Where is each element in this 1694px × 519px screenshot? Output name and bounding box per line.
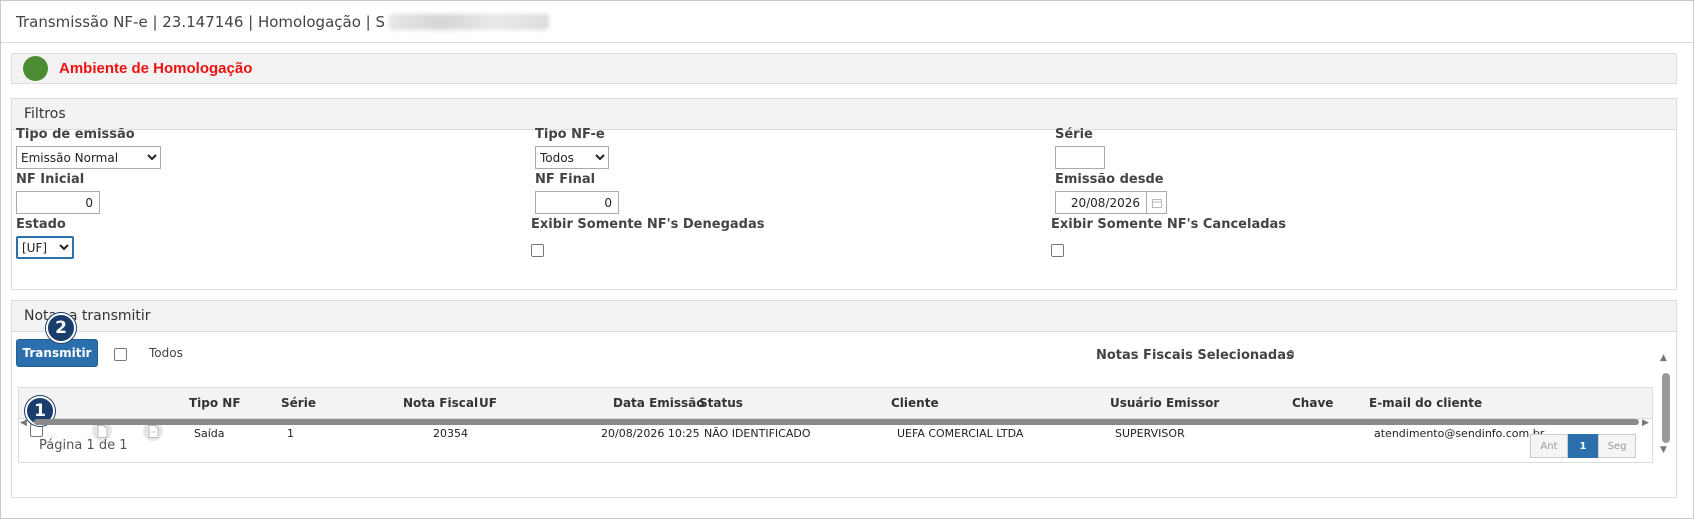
cell-cliente: UEFA COMERCIAL LTDA xyxy=(897,427,1024,440)
col-status[interactable]: Status xyxy=(699,396,743,410)
selected-count-value: 0 xyxy=(1287,348,1295,362)
scroll-up-icon[interactable]: ▲ xyxy=(1660,353,1667,363)
col-cliente[interactable]: Cliente xyxy=(891,396,939,410)
nf-final-input[interactable] xyxy=(535,191,619,214)
col-nota-fiscal[interactable]: Nota Fiscal xyxy=(403,396,478,410)
pagination-next-button[interactable]: Seg xyxy=(1598,434,1636,458)
tipo-emissao-select[interactable]: Emissão Normal xyxy=(16,146,161,169)
col-tipo-nf[interactable]: Tipo NF xyxy=(189,396,241,410)
pagination-text: Página 1 de 1 xyxy=(39,438,128,453)
page-title: Transmissão NF-e | 23.147146 | Homologaç… xyxy=(16,12,386,31)
estado-field: Estado [UF] xyxy=(16,217,74,259)
table-header: Tipo NF Série Nota Fiscal UF Data Emissã… xyxy=(19,388,1652,419)
col-data-emissao[interactable]: Data Emissão xyxy=(613,396,705,410)
emissao-desde-field: Emissão desde xyxy=(1055,172,1167,214)
canceladas-checkbox[interactable] xyxy=(1051,244,1064,257)
col-serie[interactable]: Série xyxy=(281,396,316,410)
cell-nota-fiscal: 20354 xyxy=(433,427,468,440)
nf-inicial-input[interactable] xyxy=(16,191,100,214)
select-all-label: Todos xyxy=(149,346,183,360)
cell-serie: 1 xyxy=(287,427,294,440)
cell-status: NÃO IDENTIFICADO xyxy=(704,427,811,440)
tipo-nfe-select[interactable]: Todos xyxy=(535,146,609,169)
estado-select[interactable]: [UF] xyxy=(16,236,74,259)
step-2-badge: 2 xyxy=(46,313,76,343)
denegadas-checkbox[interactable] xyxy=(531,244,544,257)
emissao-desde-input[interactable] xyxy=(1055,191,1147,214)
nf-inicial-field: NF Inicial xyxy=(16,172,100,214)
redacted-company-name xyxy=(389,13,550,30)
transmit-button[interactable]: Transmitir xyxy=(16,339,98,367)
pagination-page-1[interactable]: 1 xyxy=(1568,434,1598,458)
denegadas-label: Exibir Somente NF's Denegadas xyxy=(531,217,765,232)
cell-data-emissao: 20/08/2026 10:25 xyxy=(601,427,700,440)
notes-heading: Notas a transmitir xyxy=(12,301,1676,332)
cell-usuario: SUPERVISOR xyxy=(1115,427,1185,440)
horizontal-scrollbar[interactable] xyxy=(34,419,1639,425)
selected-count-label: Notas Fiscais Selecionadas xyxy=(1096,348,1294,363)
emissao-desde-label: Emissão desde xyxy=(1055,172,1164,187)
select-all-checkbox[interactable] xyxy=(114,348,127,361)
scroll-right-icon[interactable]: ▶ xyxy=(1642,418,1649,428)
nf-final-label: NF Final xyxy=(535,172,596,187)
canceladas-field: Exibir Somente NF's Canceladas xyxy=(1051,217,1286,261)
scroll-down-icon[interactable]: ▼ xyxy=(1660,445,1667,455)
tipo-nfe-label: Tipo NF-e xyxy=(535,127,605,142)
cell-email: atendimento@sendinfo.com.br xyxy=(1374,427,1545,440)
col-uf[interactable]: UF xyxy=(479,396,497,410)
vertical-scrollbar[interactable] xyxy=(1662,373,1670,443)
environment-status-icon xyxy=(23,56,48,81)
col-email[interactable]: E-mail do cliente xyxy=(1369,396,1482,410)
filters-panel: Filtros Tipo de emissão Emissão Normal T… xyxy=(11,98,1677,290)
serie-field: Série xyxy=(1055,127,1105,169)
serie-label: Série xyxy=(1055,127,1093,142)
tipo-emissao-field: Tipo de emissão Emissão Normal xyxy=(16,127,161,169)
cell-tipo-nf: Saída xyxy=(194,427,225,440)
pagination: Ant 1 Seg xyxy=(1530,434,1636,458)
tipo-emissao-label: Tipo de emissão xyxy=(16,127,135,142)
canceladas-label: Exibir Somente NF's Canceladas xyxy=(1051,217,1287,232)
denegadas-field: Exibir Somente NF's Denegadas xyxy=(531,217,764,261)
environment-banner: Ambiente de Homologação xyxy=(11,53,1677,84)
nf-final-field: NF Final xyxy=(535,172,619,214)
title-bar: Transmissão NF-e | 23.147146 | Homologaç… xyxy=(1,1,1693,43)
col-usuario-emissor[interactable]: Usuário Emissor xyxy=(1110,396,1219,410)
col-chave[interactable]: Chave xyxy=(1292,396,1333,410)
scroll-left-icon[interactable]: ◀ xyxy=(20,418,27,428)
serie-input[interactable] xyxy=(1055,146,1105,169)
filters-heading: Filtros xyxy=(12,99,1676,130)
calendar-icon[interactable] xyxy=(1147,191,1167,214)
notes-panel: Notas a transmitir Transmitir 2 Todos No… xyxy=(11,300,1677,498)
notes-table: Tipo NF Série Nota Fiscal UF Data Emissã… xyxy=(18,387,1653,463)
tipo-nfe-field: Tipo NF-e Todos xyxy=(535,127,609,169)
pagination-prev-button[interactable]: Ant xyxy=(1530,434,1568,458)
nf-inicial-label: NF Inicial xyxy=(16,172,85,187)
environment-label: Ambiente de Homologação xyxy=(59,60,253,77)
estado-label: Estado xyxy=(16,217,66,232)
